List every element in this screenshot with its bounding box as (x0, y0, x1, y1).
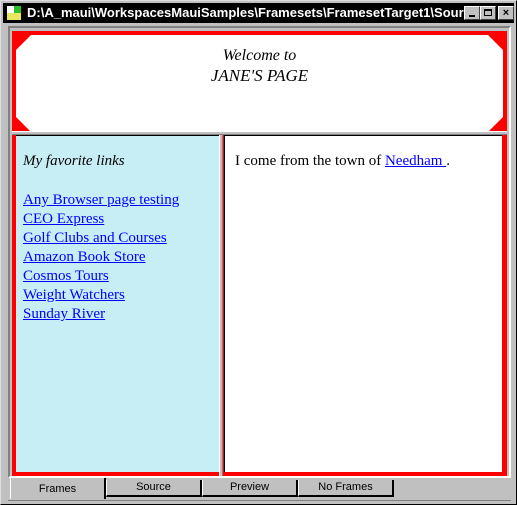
link-golf-clubs[interactable]: Golf Clubs and Courses (23, 230, 167, 246)
list-item: Sunday River (23, 305, 179, 324)
view-tabs: Frames Source Preview No Frames (8, 478, 511, 500)
maximize-button[interactable] (480, 6, 496, 20)
title-bar[interactable]: D:\A_maui\WorkspacesMauiSamples\Frameset… (3, 3, 514, 23)
link-amazon[interactable]: Amazon Book Store (23, 249, 145, 265)
right-frame: I come from the town of Needham . (223, 135, 507, 476)
link-weight-watchers[interactable]: Weight Watchers (23, 287, 125, 303)
top-frame: Welcome to JANE'S PAGE (12, 31, 507, 133)
welcome-text: Welcome to (222, 47, 297, 64)
minimize-icon (469, 15, 475, 17)
town-text: I come from the town of (235, 153, 385, 169)
page-title: JANE'S PAGE (210, 66, 309, 85)
link-any-browser[interactable]: Any Browser page testing (23, 192, 179, 208)
list-item: Cosmos Tours (23, 267, 179, 286)
tab-source[interactable]: Source (106, 480, 202, 497)
left-frame: My favorite links Any Browser page testi… (12, 135, 219, 476)
town-paragraph: I come from the town of Needham . (235, 153, 450, 170)
link-ceo-express[interactable]: CEO Express (23, 211, 104, 227)
link-needham[interactable]: Needham (385, 153, 446, 169)
app-window: D:\A_maui\WorkspacesMauiSamples\Frameset… (0, 0, 517, 505)
list-item: CEO Express (23, 210, 179, 229)
close-icon: × (502, 7, 510, 19)
list-item: Amazon Book Store (23, 248, 179, 267)
minimize-button[interactable] (464, 6, 480, 20)
town-period: . (446, 153, 450, 169)
window-title: D:\A_maui\WorkspacesMauiSamples\Frameset… (27, 5, 489, 20)
favorites-heading: My favorite links (23, 153, 125, 169)
link-cosmos-tours[interactable]: Cosmos Tours (23, 268, 109, 284)
tab-no-frames[interactable]: No Frames (298, 480, 394, 497)
list-item: Golf Clubs and Courses (23, 229, 179, 248)
tabs-baseline (8, 500, 511, 501)
maximize-icon (484, 9, 492, 16)
link-sunday-river[interactable]: Sunday River (23, 306, 105, 322)
app-document-icon[interactable] (7, 6, 21, 20)
close-button[interactable]: × (498, 6, 514, 20)
favorite-links-list: Any Browser page testing CEO Express Gol… (23, 191, 179, 324)
tab-frames[interactable]: Frames (10, 478, 106, 499)
tab-preview[interactable]: Preview (202, 480, 298, 497)
left-frame-content: My favorite links Any Browser page testi… (16, 135, 219, 472)
list-item: Weight Watchers (23, 286, 179, 305)
right-frame-content: I come from the town of Needham . (224, 135, 502, 472)
list-item: Any Browser page testing (23, 191, 179, 210)
